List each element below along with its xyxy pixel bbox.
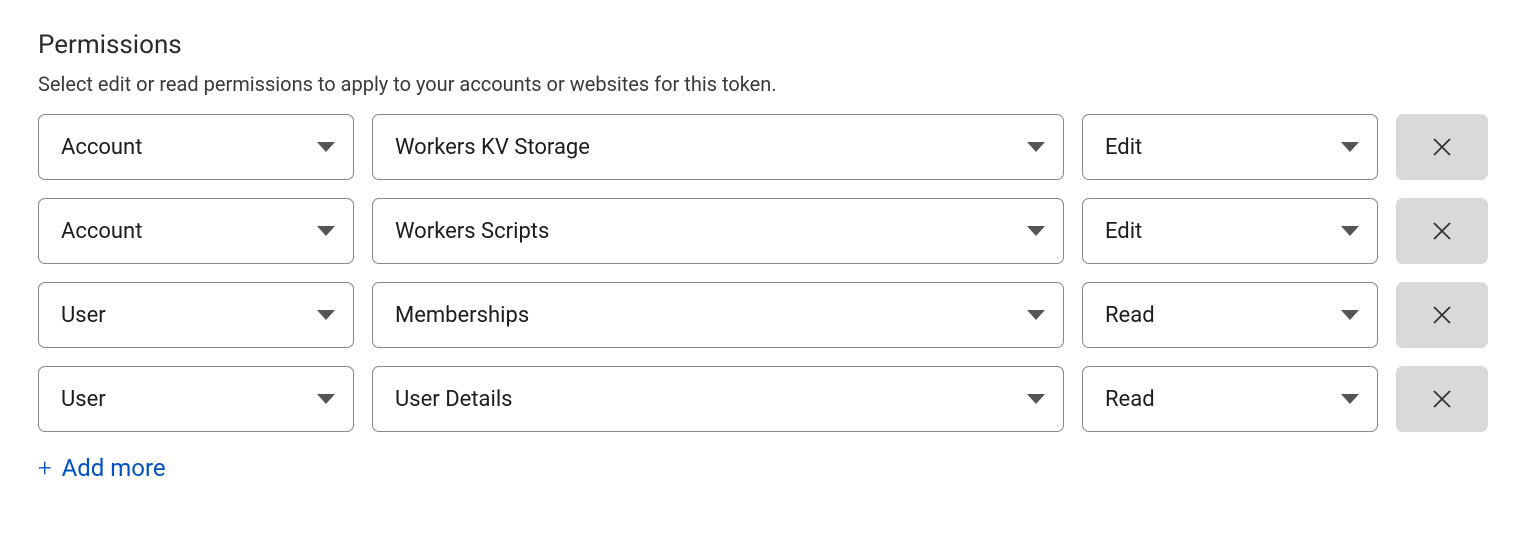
chevron-down-icon bbox=[317, 226, 335, 236]
chevron-down-icon bbox=[1027, 226, 1045, 236]
scope-label: Account bbox=[61, 135, 142, 160]
remove-button[interactable] bbox=[1396, 366, 1488, 432]
scope-label: User bbox=[61, 303, 106, 328]
resource-label: Memberships bbox=[395, 303, 529, 328]
scope-label: Account bbox=[61, 219, 142, 244]
access-select[interactable]: Read bbox=[1082, 366, 1378, 432]
remove-button[interactable] bbox=[1396, 198, 1488, 264]
access-label: Read bbox=[1105, 387, 1155, 412]
plus-icon: + bbox=[38, 456, 52, 480]
resource-label: Workers KV Storage bbox=[395, 135, 590, 160]
resource-label: Workers Scripts bbox=[395, 219, 549, 244]
chevron-down-icon bbox=[1341, 226, 1359, 236]
resource-select[interactable]: User Details bbox=[372, 366, 1064, 432]
resource-label: User Details bbox=[395, 387, 513, 412]
access-label: Edit bbox=[1105, 135, 1142, 160]
resource-select[interactable]: Workers KV Storage bbox=[372, 114, 1064, 180]
page-title: Permissions bbox=[38, 30, 1488, 60]
close-icon bbox=[1430, 387, 1454, 411]
chevron-down-icon bbox=[1341, 310, 1359, 320]
access-label: Edit bbox=[1105, 219, 1142, 244]
add-more-button[interactable]: + Add more bbox=[38, 454, 166, 482]
permission-row: Account Workers Scripts Edit bbox=[38, 198, 1488, 264]
access-label: Read bbox=[1105, 303, 1155, 328]
permissions-list: Account Workers KV Storage Edit Account … bbox=[38, 114, 1488, 432]
permission-row: User Memberships Read bbox=[38, 282, 1488, 348]
chevron-down-icon bbox=[317, 142, 335, 152]
resource-select[interactable]: Memberships bbox=[372, 282, 1064, 348]
access-select[interactable]: Read bbox=[1082, 282, 1378, 348]
permission-row: User User Details Read bbox=[38, 366, 1488, 432]
access-select[interactable]: Edit bbox=[1082, 198, 1378, 264]
chevron-down-icon bbox=[317, 394, 335, 404]
add-more-label: Add more bbox=[62, 454, 166, 482]
permission-row: Account Workers KV Storage Edit bbox=[38, 114, 1488, 180]
section-description: Select edit or read permissions to apply… bbox=[38, 72, 1488, 96]
chevron-down-icon bbox=[1341, 142, 1359, 152]
chevron-down-icon bbox=[317, 310, 335, 320]
chevron-down-icon bbox=[1027, 142, 1045, 152]
remove-button[interactable] bbox=[1396, 282, 1488, 348]
close-icon bbox=[1430, 219, 1454, 243]
close-icon bbox=[1430, 135, 1454, 159]
access-select[interactable]: Edit bbox=[1082, 114, 1378, 180]
chevron-down-icon bbox=[1027, 394, 1045, 404]
resource-select[interactable]: Workers Scripts bbox=[372, 198, 1064, 264]
scope-select[interactable]: User bbox=[38, 282, 354, 348]
close-icon bbox=[1430, 303, 1454, 327]
scope-select[interactable]: User bbox=[38, 366, 354, 432]
chevron-down-icon bbox=[1027, 310, 1045, 320]
remove-button[interactable] bbox=[1396, 114, 1488, 180]
chevron-down-icon bbox=[1341, 394, 1359, 404]
scope-select[interactable]: Account bbox=[38, 114, 354, 180]
scope-select[interactable]: Account bbox=[38, 198, 354, 264]
scope-label: User bbox=[61, 387, 106, 412]
